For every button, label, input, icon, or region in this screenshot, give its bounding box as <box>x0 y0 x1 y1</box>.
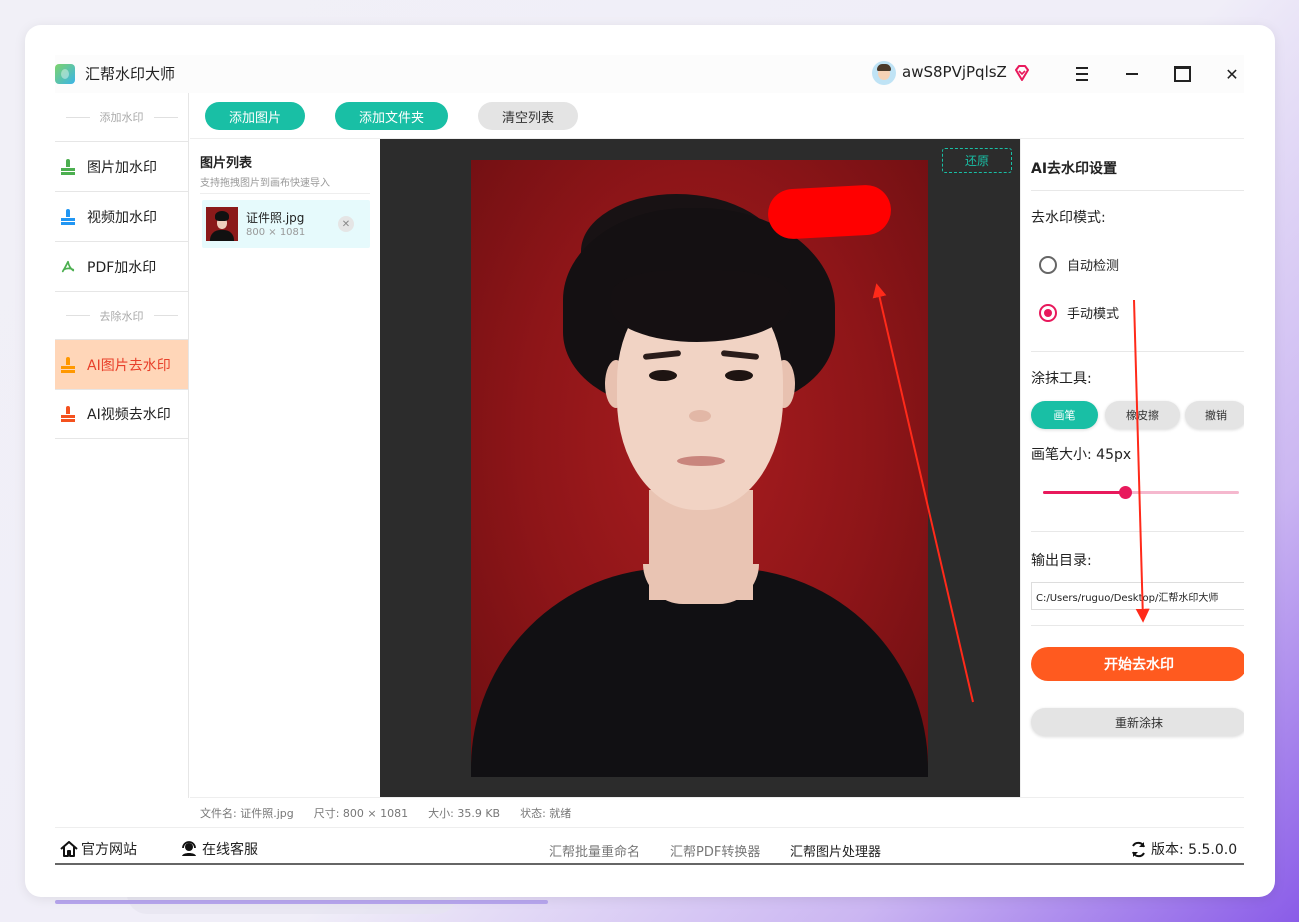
menu-icon[interactable] <box>1071 63 1093 85</box>
slider-fill <box>1043 491 1126 494</box>
sidebar: 添加水印 图片加水印 视频加水印 PDF加水印 去除水印 AI图片去水印 AI视… <box>55 93 189 798</box>
file-dimensions: 800 × 1081 <box>246 227 306 238</box>
pdf-converter-link[interactable]: 汇帮PDF转换器 <box>670 841 760 860</box>
sidebar-item-pdf-watermark[interactable]: PDF加水印 <box>55 241 188 291</box>
support-label: 在线客服 <box>202 842 258 858</box>
sidebar-item-label: 视频加水印 <box>87 209 157 226</box>
image-list-title: 图片列表 <box>200 156 253 171</box>
minimize-icon[interactable] <box>1121 63 1143 85</box>
website-link[interactable]: 官方网站 <box>60 839 137 859</box>
settings-panel: AI去水印设置 去水印模式: 自动检测 手动模式 涂抹工具: 画笔 橡皮擦 撤销… <box>1020 139 1244 797</box>
file-name: 证件照.jpg <box>246 211 305 225</box>
support-link[interactable]: 在线客服 <box>180 839 258 859</box>
title-bar: 汇帮水印大师 awS8PVjPqlsZ ✕ <box>55 55 1244 93</box>
add-image-button[interactable]: 添加图片 <box>205 102 305 130</box>
website-label: 官方网站 <box>81 842 137 858</box>
image-list-panel: 图片列表 支持拖拽图片到画布快速导入 证件照.jpg 800 × 1081 ✕ <box>190 139 380 797</box>
sidebar-item-image-watermark[interactable]: 图片加水印 <box>55 141 188 191</box>
mode-auto-radio[interactable]: 自动检测 <box>1039 255 1119 274</box>
stamp-icon <box>61 208 75 225</box>
maximize-icon[interactable] <box>1171 63 1193 85</box>
photo-preview[interactable] <box>471 160 928 777</box>
image-processor-link[interactable]: 汇帮图片处理器 <box>790 841 881 860</box>
app-title: 汇帮水印大师 <box>85 65 176 83</box>
brush-tool-button[interactable]: 画笔 <box>1031 401 1098 429</box>
sidebar-item-ai-image-remove[interactable]: AI图片去水印 <box>55 339 188 389</box>
stamp-icon <box>61 356 75 373</box>
sidebar-item-label: 图片加水印 <box>87 159 157 176</box>
home-icon <box>60 841 78 857</box>
mode-manual-radio[interactable]: 手动模式 <box>1039 303 1119 322</box>
status-bar: 文件名: 证件照.jpg 尺寸: 800 × 1081 大小: 35.9 KB … <box>190 797 1244 827</box>
status-state: 状态: 就绪 <box>520 806 572 820</box>
sidebar-section-remove: 去除水印 <box>55 291 188 339</box>
radio-button[interactable] <box>1039 303 1057 322</box>
radio-button[interactable] <box>1039 255 1057 274</box>
status-dimensions: 尺寸: 800 × 1081 <box>313 806 409 820</box>
rename-tool-link[interactable]: 汇帮批量重命名 <box>549 841 640 860</box>
user-avatar[interactable] <box>872 61 896 85</box>
output-label: 输出目录: <box>1031 553 1092 569</box>
tool-label: 涂抹工具: <box>1031 371 1092 387</box>
mode-label: 去水印模式: <box>1031 210 1106 226</box>
headset-icon <box>182 841 196 856</box>
pdf-icon <box>61 260 75 272</box>
status-filesize: 大小: 35.9 KB <box>428 806 501 820</box>
footer: 官方网站 在线客服 汇帮批量重命名 汇帮PDF转换器 汇帮图片处理器 版本: 5… <box>55 827 1244 865</box>
clear-list-button[interactable]: 清空列表 <box>478 102 578 130</box>
stamp-icon <box>61 158 75 175</box>
file-thumbnail <box>206 207 238 241</box>
output-path-field[interactable] <box>1031 582 1244 610</box>
sidebar-item-ai-video-remove[interactable]: AI视频去水印 <box>55 389 188 439</box>
vip-diamond-icon[interactable] <box>1013 64 1031 82</box>
image-list-hint: 支持拖拽图片到画布快速导入 <box>200 178 330 189</box>
eraser-tool-button[interactable]: 橡皮擦 <box>1105 401 1180 429</box>
app-logo-icon <box>55 64 75 84</box>
status-filename: 文件名: 证件照.jpg <box>200 806 294 820</box>
background-bar <box>55 900 548 904</box>
version-info[interactable]: 版本: 5.5.0.0 <box>1130 839 1237 859</box>
radio-label: 自动检测 <box>1067 259 1120 274</box>
close-icon[interactable]: ✕ <box>1221 63 1243 85</box>
list-item[interactable]: 证件照.jpg 800 × 1081 ✕ <box>202 200 370 248</box>
sidebar-item-label: AI图片去水印 <box>87 357 171 374</box>
remove-file-icon[interactable]: ✕ <box>338 216 354 232</box>
settings-title: AI去水印设置 <box>1031 161 1118 177</box>
user-name[interactable]: awS8PVjPqlsZ <box>902 63 1007 81</box>
sidebar-item-video-watermark[interactable]: 视频加水印 <box>55 191 188 241</box>
canvas-area[interactable]: 还原 <box>380 139 1020 797</box>
slider-thumb[interactable] <box>1119 486 1133 499</box>
sidebar-section-add: 添加水印 <box>55 93 188 141</box>
app-window: 汇帮水印大师 awS8PVjPqlsZ ✕ 添加水印 图片加水印 视频加水印 P… <box>55 55 1244 865</box>
start-remove-button[interactable]: 开始去水印 <box>1031 647 1244 681</box>
brush-stroke-mark <box>766 183 893 241</box>
sidebar-item-label: PDF加水印 <box>87 259 157 276</box>
add-folder-button[interactable]: 添加文件夹 <box>335 102 448 130</box>
brush-size-label: 画笔大小: 45px <box>1031 447 1132 463</box>
stamp-icon <box>61 406 75 422</box>
restore-button[interactable]: 还原 <box>942 148 1012 173</box>
sidebar-item-label: AI视频去水印 <box>87 407 171 423</box>
redo-brush-button[interactable]: 重新涂抹 <box>1031 708 1244 736</box>
radio-label: 手动模式 <box>1067 307 1120 322</box>
brush-size-slider[interactable] <box>1043 486 1239 499</box>
toolbar: 添加图片 添加文件夹 清空列表 <box>190 93 1244 139</box>
version-label: 版本: 5.5.0.0 <box>1151 842 1238 858</box>
undo-button[interactable]: 撤销 <box>1185 401 1244 429</box>
refresh-icon <box>1132 841 1145 857</box>
